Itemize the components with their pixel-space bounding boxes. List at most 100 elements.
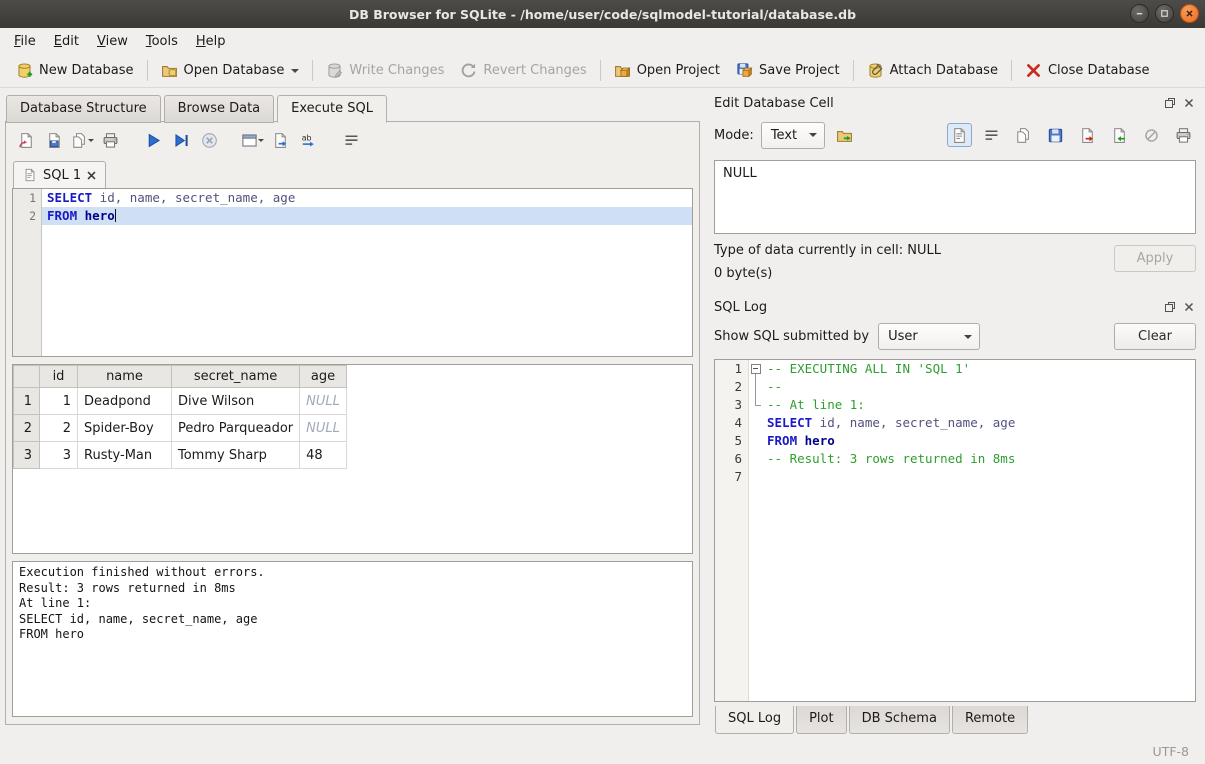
log-line: FROM hero	[763, 432, 1195, 450]
cell[interactable]: NULL	[300, 415, 347, 442]
sql-log-title: SQL Log	[714, 300, 1158, 315]
table-row[interactable]: 11DeadpondDive WilsonNULL	[14, 388, 347, 415]
log-fold-column[interactable]	[749, 360, 763, 701]
copy-button[interactable]	[1011, 123, 1036, 147]
revert-changes-icon	[460, 62, 477, 79]
row-number[interactable]: 2	[14, 415, 40, 442]
fold-marker-icon[interactable]	[749, 396, 763, 414]
sql-log-viewer[interactable]: 1234567 -- EXECUTING ALL IN 'SQL 1'---- …	[714, 359, 1196, 702]
tab-remote[interactable]: Remote	[952, 706, 1028, 734]
log-line-number: 4	[715, 414, 748, 432]
mode-select[interactable]: Text	[761, 122, 825, 149]
open-tab-button[interactable]	[240, 128, 265, 152]
toolbar-button-label: Save Project	[759, 63, 840, 78]
tab-db-schema[interactable]: DB Schema	[849, 706, 950, 734]
open-project-button[interactable]: Open Project	[606, 58, 728, 83]
export-button[interactable]	[268, 128, 293, 152]
sql-editor[interactable]: 12 SELECT id, name, secret_name, ageFROM…	[12, 188, 693, 357]
cell[interactable]: Tommy Sharp	[172, 442, 300, 469]
cell[interactable]: NULL	[300, 388, 347, 415]
chevron-down-icon[interactable]	[88, 139, 94, 142]
close-tab-icon[interactable]	[87, 171, 96, 180]
table-row[interactable]: 33Rusty-ManTommy Sharp48	[14, 442, 347, 469]
sql-file-tab[interactable]: SQL 1	[13, 161, 106, 188]
cell[interactable]: 48	[300, 442, 347, 469]
column-header-age[interactable]: age	[300, 366, 347, 388]
print-button[interactable]	[98, 128, 123, 152]
fold-marker-icon[interactable]	[749, 378, 763, 396]
titlebar[interactable]: DB Browser for SQLite - /home/user/code/…	[0, 0, 1205, 28]
word-wrap-button[interactable]	[979, 123, 1004, 147]
cell[interactable]: 2	[40, 415, 78, 442]
code-line[interactable]: FROM hero	[42, 207, 692, 225]
close-database-icon	[1025, 62, 1042, 79]
menubar: FileEditViewToolsHelp	[0, 28, 1205, 54]
undock-icon[interactable]	[1163, 300, 1177, 314]
toolbar-button-label: Write Changes	[349, 63, 444, 78]
new-database-button[interactable]: New Database	[8, 58, 142, 83]
tab-plot[interactable]: Plot	[796, 706, 847, 734]
attach-database-icon	[867, 62, 884, 79]
results-grid-table[interactable]: idnamesecret_nameage11DeadpondDive Wilso…	[13, 365, 347, 469]
attach-database-button[interactable]: Attach Database	[859, 58, 1006, 83]
maximize-icon[interactable]	[1155, 4, 1174, 23]
close-icon[interactable]	[1180, 4, 1199, 23]
tab-database-structure[interactable]: Database Structure	[6, 95, 161, 123]
menu-tools[interactable]: Tools	[137, 31, 187, 52]
fold-marker-icon[interactable]	[749, 360, 763, 378]
row-number[interactable]: 3	[14, 442, 40, 469]
cell[interactable]: Dive Wilson	[172, 388, 300, 415]
clear-button[interactable]: Clear	[1114, 323, 1196, 350]
minimize-icon[interactable]	[1130, 4, 1149, 23]
cell[interactable]: 1	[40, 388, 78, 415]
chevron-down-icon[interactable]	[258, 139, 264, 142]
tab-execute-sql[interactable]: Execute SQL	[277, 95, 387, 123]
save-sql-file-button[interactable]	[42, 128, 67, 152]
open-database-icon	[161, 62, 178, 79]
open-file-icon	[836, 127, 853, 144]
print-button[interactable]	[1171, 123, 1196, 147]
tab-browse-data[interactable]: Browse Data	[164, 95, 275, 123]
cell[interactable]: Deadpond	[78, 388, 172, 415]
execute-current-line-button[interactable]	[169, 128, 194, 152]
undock-icon[interactable]	[1163, 96, 1177, 110]
results-grid[interactable]: idnamesecret_nameage11DeadpondDive Wilso…	[12, 364, 693, 554]
save-results-button[interactable]	[70, 128, 95, 152]
cell[interactable]: Rusty-Man	[78, 442, 172, 469]
import-data-button[interactable]	[1107, 123, 1132, 147]
grid-corner-cell[interactable]	[14, 366, 40, 388]
column-header-name[interactable]: name	[78, 366, 172, 388]
token: -- At line 1:	[767, 397, 865, 412]
column-header-secret-name[interactable]: secret_name	[172, 366, 300, 388]
tab-sql-log[interactable]: SQL Log	[715, 706, 794, 734]
column-header-id[interactable]: id	[40, 366, 78, 388]
row-number[interactable]: 1	[14, 388, 40, 415]
menu-edit[interactable]: Edit	[45, 31, 88, 52]
menu-file[interactable]: File	[5, 31, 45, 52]
log-line-number: 3	[715, 396, 748, 414]
close-database-button[interactable]: Close Database	[1017, 58, 1158, 83]
execute-all-button[interactable]	[141, 128, 166, 152]
table-row[interactable]: 22Spider-BoyPedro ParqueadorNULL	[14, 415, 347, 442]
cell-editor[interactable]: NULL	[714, 160, 1196, 234]
chevron-down-icon[interactable]	[291, 69, 299, 73]
open-sql-file-button[interactable]	[14, 128, 39, 152]
menu-help[interactable]: Help	[187, 31, 235, 52]
menu-view[interactable]: View	[88, 31, 137, 52]
cell[interactable]: Spider-Boy	[78, 415, 172, 442]
editor-code[interactable]: SELECT id, name, secret_name, ageFROM he…	[42, 189, 692, 356]
find-replace-button[interactable]: ab	[296, 128, 321, 152]
save-button[interactable]	[1043, 123, 1068, 147]
export-data-button[interactable]	[1075, 123, 1100, 147]
close-panel-icon[interactable]	[1182, 96, 1196, 110]
text-document-button[interactable]	[947, 123, 972, 147]
cell[interactable]: 3	[40, 442, 78, 469]
log-filter-select[interactable]: User	[878, 323, 980, 350]
word-wrap-button[interactable]	[339, 128, 364, 152]
open-database-button[interactable]: Open Database	[153, 58, 308, 83]
open-file-button[interactable]	[832, 123, 857, 147]
close-panel-icon[interactable]	[1182, 300, 1196, 314]
code-line[interactable]: SELECT id, name, secret_name, age	[42, 189, 692, 207]
cell[interactable]: Pedro Parqueador	[172, 415, 300, 442]
save-project-button[interactable]: Save Project	[728, 58, 848, 83]
